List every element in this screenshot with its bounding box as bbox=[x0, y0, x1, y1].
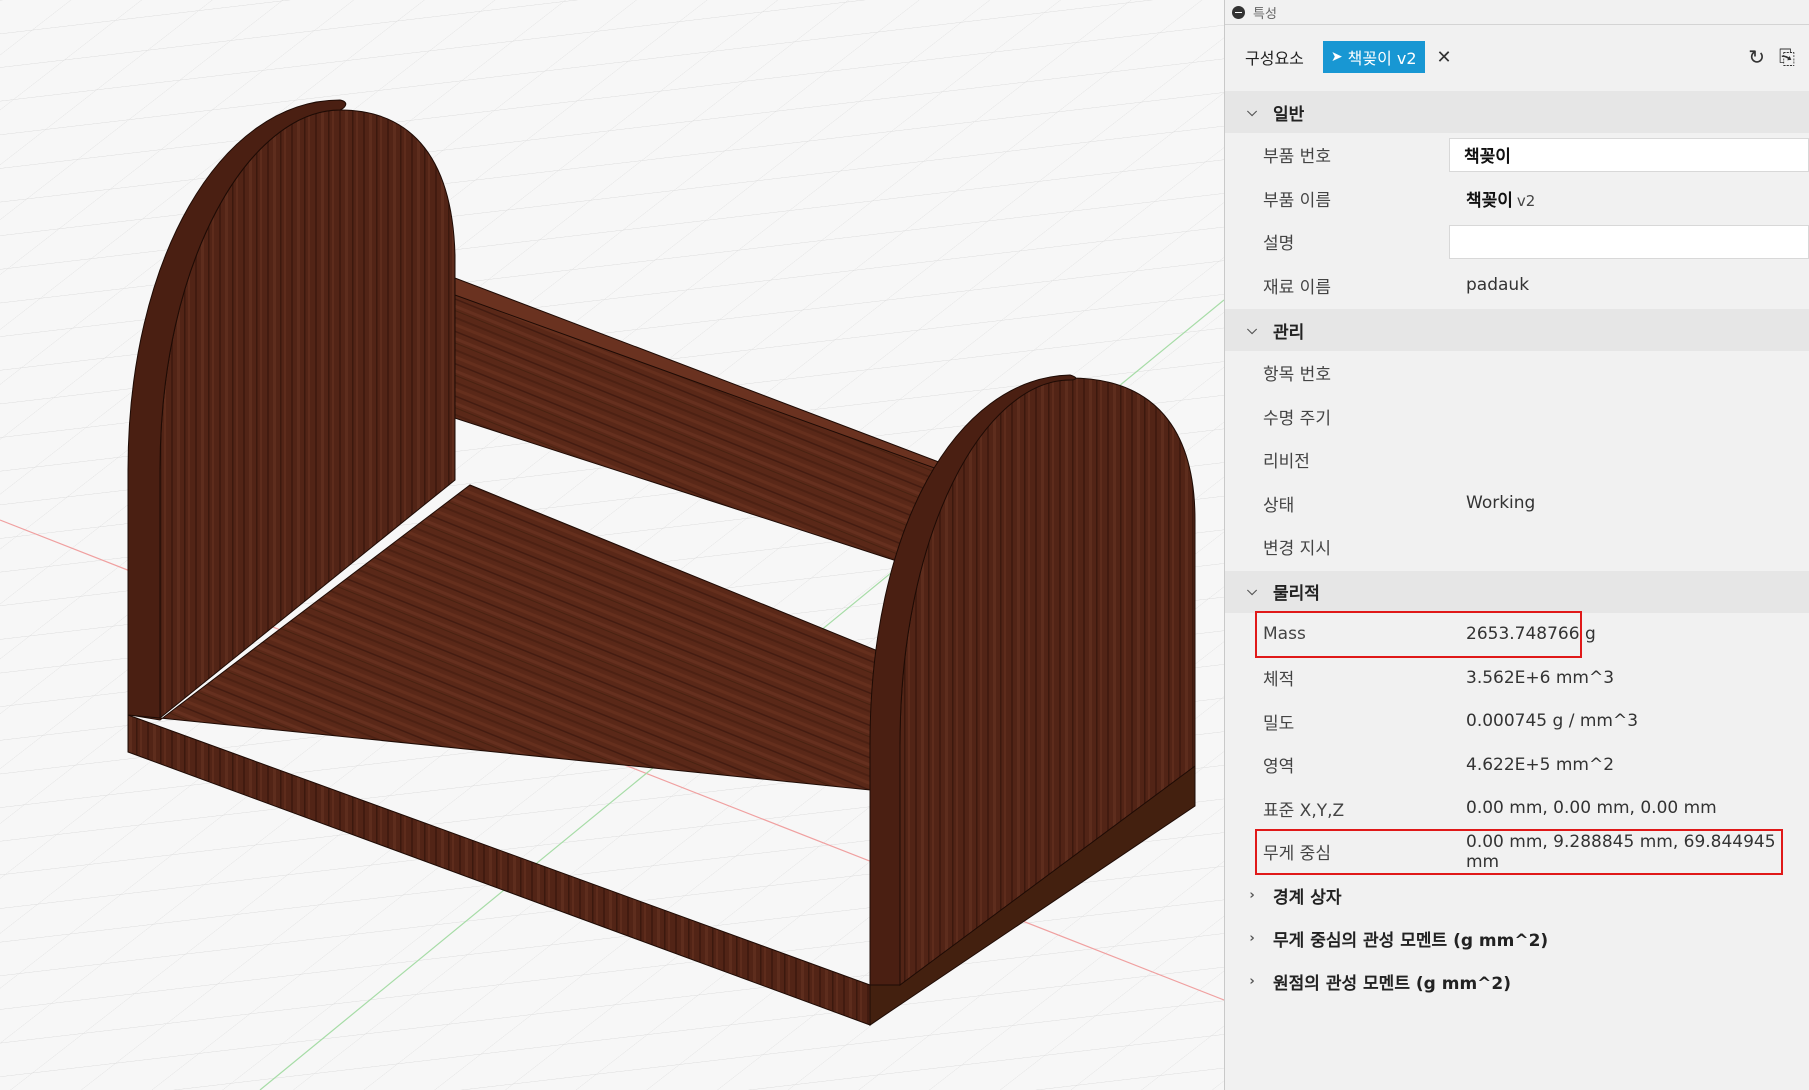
property-label: 밀도 bbox=[1263, 713, 1295, 734]
component-tab-label: 구성요소 bbox=[1245, 49, 1304, 68]
property-state: 상태 Working bbox=[1225, 482, 1809, 526]
chevron-right-icon: › bbox=[1249, 887, 1255, 903]
properties-panel: 특성 구성요소 ➤ 책꽂이 v2 ✕ ↻ ⎘ ⌵ 일반 부품 번호 책꽂이 부품… bbox=[1224, 0, 1809, 1090]
property-label: 수명 주기 bbox=[1263, 408, 1331, 429]
state-value: Working bbox=[1466, 493, 1536, 514]
property-description: 설명 bbox=[1225, 220, 1809, 264]
density-value: 0.000745 g / mm^3 bbox=[1466, 711, 1639, 732]
property-area: 영역 4.622E+5 mm^2 bbox=[1225, 743, 1809, 787]
property-label: 설명 bbox=[1263, 234, 1295, 255]
property-label: 항목 번호 bbox=[1263, 365, 1331, 386]
material-value: padauk bbox=[1466, 275, 1530, 296]
section-manage[interactable]: ⌵ 관리 bbox=[1225, 309, 1809, 351]
property-label: 상태 bbox=[1263, 495, 1295, 516]
collapse-panel-icon[interactable] bbox=[1232, 5, 1245, 19]
property-label: 변경 지시 bbox=[1263, 539, 1331, 560]
area-value: 4.622E+5 mm^2 bbox=[1466, 754, 1615, 775]
3d-viewport[interactable] bbox=[0, 0, 1224, 1090]
property-label: Mass bbox=[1263, 624, 1306, 645]
property-label: 부품 번호 bbox=[1263, 147, 1331, 168]
property-mass: Mass 2653.748766 g bbox=[1225, 613, 1809, 657]
property-center-of-mass: 무게 중심 0.00 mm, 9.288845 mm, 69.844945 mm bbox=[1225, 830, 1809, 874]
property-part-number: 부품 번호 책꽂이 bbox=[1225, 133, 1809, 177]
section-general-title: 일반 bbox=[1273, 104, 1305, 125]
section-general[interactable]: ⌵ 일반 bbox=[1225, 91, 1809, 133]
property-label: 재료 이름 bbox=[1263, 277, 1331, 298]
section-moment-com-title: 무게 중심의 관성 모멘트 (g mm^2) bbox=[1273, 930, 1549, 951]
section-bounding-box-title: 경계 상자 bbox=[1273, 887, 1342, 908]
selected-component-chip[interactable]: ➤ 책꽂이 v2 bbox=[1322, 41, 1425, 73]
part-number-input[interactable]: 책꽂이 bbox=[1449, 137, 1809, 172]
property-item-number: 항목 번호 bbox=[1225, 351, 1809, 395]
property-lifecycle: 수명 주기 bbox=[1225, 395, 1809, 439]
panel-title: 특성 bbox=[1253, 6, 1277, 22]
chevron-right-icon: › bbox=[1249, 973, 1255, 989]
center-of-mass-value: 0.00 mm, 9.288845 mm, 69.844945 mm bbox=[1466, 831, 1776, 872]
section-manage-title: 관리 bbox=[1273, 322, 1305, 343]
property-part-name: 부품 이름 책꽂이 v2 bbox=[1225, 177, 1809, 221]
property-label: 무게 중심 bbox=[1263, 844, 1331, 865]
panel-header: 특성 bbox=[1225, 0, 1809, 25]
volume-value: 3.562E+6 mm^3 bbox=[1466, 667, 1615, 688]
property-label: 부품 이름 bbox=[1263, 190, 1331, 211]
section-bounding-box[interactable]: › 경계 상자 bbox=[1225, 873, 1809, 917]
section-moment-origin[interactable]: › 원점의 관성 모멘트 (g mm^2) bbox=[1225, 959, 1809, 1003]
part-name-text: 책꽂이 bbox=[1466, 190, 1513, 211]
clear-selection-close-icon[interactable]: ✕ bbox=[1437, 47, 1452, 68]
property-density: 밀도 0.000745 g / mm^3 bbox=[1225, 700, 1809, 744]
refresh-icon[interactable]: ↻ bbox=[1748, 45, 1765, 69]
chevron-down-icon: ⌵ bbox=[1247, 322, 1257, 338]
property-material: 재료 이름 padauk bbox=[1225, 264, 1809, 308]
part-name-value: 책꽂이 v2 bbox=[1451, 186, 1809, 211]
property-change-order: 변경 지시 bbox=[1225, 525, 1809, 569]
property-label: 영역 bbox=[1263, 757, 1295, 778]
property-label: 체적 bbox=[1263, 670, 1295, 691]
bookshelf-model-render[interactable] bbox=[0, 0, 1224, 1090]
chevron-down-icon: ⌵ bbox=[1247, 584, 1257, 599]
section-physical-title: 물리적 bbox=[1273, 584, 1320, 604]
property-world-xyz: 표준 X,Y,Z 0.00 mm, 0.00 mm, 0.00 mm bbox=[1225, 787, 1809, 831]
description-input[interactable] bbox=[1449, 224, 1809, 259]
property-revision: 리비전 bbox=[1225, 438, 1809, 482]
section-physical[interactable]: ⌵ 물리적 bbox=[1225, 570, 1809, 613]
selection-bar: 구성요소 ➤ 책꽂이 v2 ✕ ↻ ⎘ bbox=[1225, 25, 1809, 89]
selected-component-label: 책꽂이 v2 bbox=[1347, 49, 1417, 68]
section-moment-com[interactable]: › 무게 중심의 관성 모멘트 (g mm^2) bbox=[1225, 916, 1809, 960]
property-label: 리비전 bbox=[1263, 452, 1310, 473]
part-version-text: v2 bbox=[1516, 191, 1536, 210]
cursor-arrow-icon: ➤ bbox=[1330, 49, 1343, 65]
property-label: 표준 X,Y,Z bbox=[1263, 800, 1345, 821]
chevron-right-icon: › bbox=[1249, 930, 1255, 946]
mass-value: 2653.748766 g bbox=[1466, 624, 1596, 645]
world-xyz-value: 0.00 mm, 0.00 mm, 0.00 mm bbox=[1466, 798, 1717, 819]
section-moment-origin-title: 원점의 관성 모멘트 (g mm^2) bbox=[1273, 973, 1512, 994]
property-volume: 체적 3.562E+6 mm^3 bbox=[1225, 656, 1809, 700]
copy-icon[interactable]: ⎘ bbox=[1779, 45, 1795, 69]
chevron-down-icon: ⌵ bbox=[1247, 104, 1257, 120]
